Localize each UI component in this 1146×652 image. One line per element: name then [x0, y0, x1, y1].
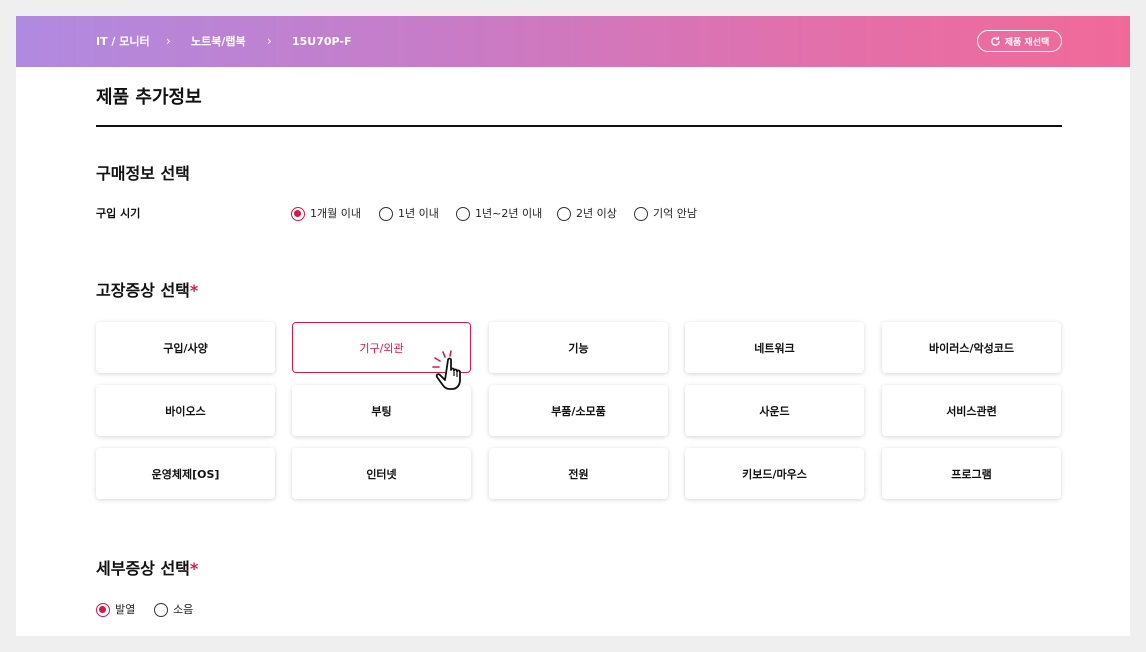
breadcrumb-item-category[interactable]: IT / 모니터	[96, 33, 150, 51]
reselect-label: 제품 재선택	[1004, 37, 1050, 48]
radio-unchecked-icon[interactable]	[634, 207, 648, 221]
symptom-button-virus[interactable]: 바이러스/악성코드	[882, 322, 1061, 373]
symptom-button-power[interactable]: 전원	[489, 448, 668, 499]
refresh-icon	[990, 35, 1000, 46]
symptom-button-keyboard-mouse[interactable]: 키보드/마우스	[685, 448, 864, 499]
purchase-option-5[interactable]: 기억 안남	[634, 206, 697, 222]
symptom-button-booting[interactable]: 부팅	[292, 385, 471, 436]
symptom-section-title-text: 고장증상 선택	[96, 281, 190, 300]
symptom-section-title: 고장증상 선택*	[96, 280, 198, 302]
purchase-period-label: 구입 시기	[96, 207, 141, 220]
detail-option-label: 발열	[115, 603, 136, 616]
radio-unchecked-icon[interactable]	[379, 207, 393, 221]
radio-unchecked-icon[interactable]	[456, 207, 470, 221]
required-mark: *	[189, 559, 199, 578]
purchase-option-label: 1년 이내	[398, 207, 439, 220]
symptom-button-os[interactable]: 운영체제[OS]	[96, 448, 275, 499]
purchase-option-label: 1개월 이내	[310, 207, 361, 220]
detail-option-noise[interactable]: 소음	[154, 602, 193, 618]
purchase-option-3[interactable]: 1년~2년 이내	[456, 206, 542, 222]
symptom-button-bios[interactable]: 바이오스	[96, 385, 275, 436]
header-bar: IT / 모니터 › 노트북/랩북 › 15U70P-F 제품 재선택	[16, 16, 1130, 67]
symptom-button-network[interactable]: 네트워크	[685, 322, 864, 373]
purchase-section-title: 구매정보 선택	[96, 164, 190, 183]
breadcrumb-separator-icon: ›	[166, 34, 171, 48]
symptom-button-purchase-spec[interactable]: 구입/사양	[96, 322, 275, 373]
product-reselect-button[interactable]: 제품 재선택	[977, 30, 1062, 52]
purchase-option-label: 1년~2년 이내	[475, 207, 543, 220]
required-mark: *	[189, 281, 199, 300]
radio-unchecked-icon[interactable]	[154, 603, 168, 617]
purchase-option-label: 기억 안남	[653, 207, 697, 220]
symptom-button-function[interactable]: 기능	[489, 322, 668, 373]
radio-checked-icon[interactable]	[291, 207, 305, 221]
symptom-button-exterior[interactable]: 기구/외관	[292, 322, 471, 373]
symptom-button-parts[interactable]: 부품/소모품	[489, 385, 668, 436]
symptom-button-program[interactable]: 프로그램	[882, 448, 1061, 499]
symptom-button-internet[interactable]: 인터넷	[292, 448, 471, 499]
title-divider	[96, 125, 1062, 127]
purchase-option-2[interactable]: 1년 이내	[379, 206, 439, 222]
content-frame: IT / 모니터 › 노트북/랩북 › 15U70P-F 제품 재선택 제품 추…	[16, 16, 1130, 636]
breadcrumb-separator-icon: ›	[267, 34, 272, 48]
purchase-option-1[interactable]: 1개월 이내	[291, 206, 361, 222]
detail-option-label: 소음	[173, 603, 194, 616]
breadcrumb-item-subcategory[interactable]: 노트북/랩북	[191, 33, 246, 51]
detail-section-title-text: 세부증상 선택	[96, 559, 190, 578]
radio-unchecked-icon[interactable]	[557, 207, 571, 221]
page-title: 제품 추가정보	[96, 87, 202, 108]
symptom-button-service[interactable]: 서비스관련	[882, 385, 1061, 436]
breadcrumb-item-model: 15U70P-F	[292, 35, 352, 48]
detail-section-title: 세부증상 선택*	[96, 558, 198, 580]
detail-option-heat[interactable]: 발열	[96, 602, 135, 618]
radio-checked-icon[interactable]	[96, 603, 110, 617]
symptom-button-sound[interactable]: 사운드	[685, 385, 864, 436]
purchase-option-4[interactable]: 2년 이상	[557, 206, 617, 222]
purchase-option-label: 2년 이상	[576, 207, 617, 220]
